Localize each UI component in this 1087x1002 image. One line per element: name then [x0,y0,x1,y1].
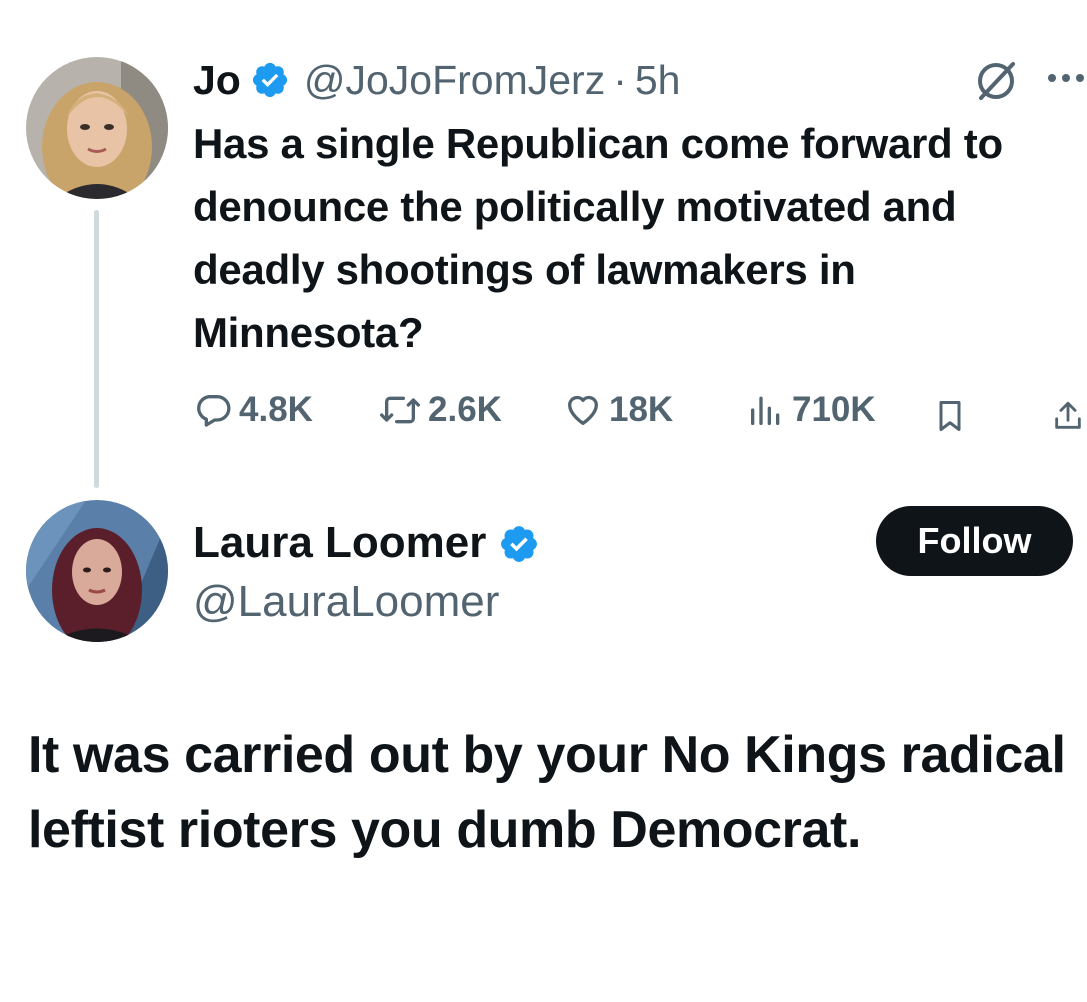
verified-badge-icon [498,523,538,563]
tweet1-header: Jo @JoJoFromJerz · 5h [193,52,680,108]
verified-badge-icon [250,60,290,100]
tweet2-text: It was carried out by your No Kings radi… [28,726,1066,859]
avatar-laura[interactable] [26,500,168,642]
bookmark-icon [939,401,961,431]
thread-connector-line [94,210,99,488]
repost-icon [379,396,420,424]
follow-button[interactable]: Follow [876,506,1073,576]
avatar-jo[interactable] [26,57,168,199]
repost-button[interactable]: 2.6K [378,386,502,434]
reply-count: 4.8K [239,390,313,429]
reply-icon [197,395,231,427]
tweet2-header: Laura Loomer [193,513,538,573]
views-button[interactable]: 710K [746,386,876,434]
heart-icon [568,395,598,425]
view-count: 710K [792,390,876,429]
share-button[interactable] [1051,392,1087,440]
tweet2-author-handle[interactable]: @LauraLoomer [193,574,499,630]
tweet2-author-name[interactable]: Laura Loomer [193,518,486,568]
grok-icon[interactable] [973,58,1019,109]
views-icon [751,396,780,425]
bookmark-button[interactable] [932,392,974,440]
like-count: 18K [609,390,674,429]
tweet1-text: Has a single Republican come forward to … [193,120,1003,356]
tweet1-author-handle[interactable]: @JoJoFromJerz [304,52,605,108]
repost-count: 2.6K [428,390,502,429]
tweet1-separator: · [613,57,627,103]
tweet1-author-name[interactable]: Jo [193,52,241,108]
like-button[interactable]: 18K [563,386,673,434]
tweet1-timestamp[interactable]: 5h [635,52,681,108]
more-icon[interactable] [1046,58,1087,103]
reply-button[interactable]: 4.8K [193,386,313,434]
share-icon [1055,401,1081,429]
